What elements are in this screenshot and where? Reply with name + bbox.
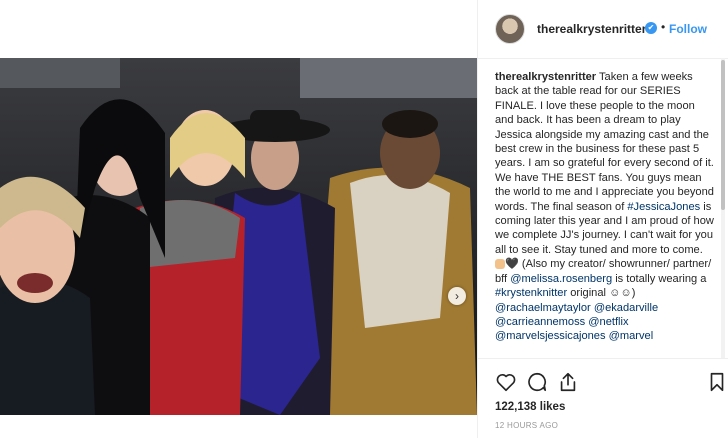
hashtag-krystenknitter[interactable]: #krystenknitter xyxy=(495,287,567,299)
mention-marvel[interactable]: @marvel xyxy=(609,330,654,342)
caption-text: Taken a few weeks back at the table read… xyxy=(495,71,714,213)
caption-text: is totally wearing a xyxy=(612,272,707,285)
likes-count[interactable]: 122,138 likes xyxy=(495,401,565,413)
carousel-next-button[interactable]: › xyxy=(448,287,466,305)
share-icon[interactable] xyxy=(557,371,579,393)
hashtag-jessicajones[interactable]: #JessicaJones xyxy=(627,201,700,213)
post-caption: therealkrystenritter Taken a few weeks b… xyxy=(495,70,714,344)
username-link[interactable]: therealkrystenritter xyxy=(537,22,646,36)
scrollbar-thumb[interactable] xyxy=(721,60,725,210)
chevron-right-icon: › xyxy=(455,289,459,303)
separator-dot: • xyxy=(661,20,666,34)
caption-text: original ☺☺) xyxy=(567,287,636,300)
like-heart-icon[interactable] xyxy=(495,371,517,393)
mention-carrie[interactable]: @carrieannemoss xyxy=(495,316,585,328)
verified-badge-icon: ✔ xyxy=(645,22,657,34)
mention-rachael[interactable]: @rachaelmaytaylor xyxy=(495,302,591,314)
mention-marvelsjessicajones[interactable]: @marvelsjessicajones xyxy=(495,330,606,342)
group-selfie-image xyxy=(0,58,477,415)
muscle-emoji-icon xyxy=(495,259,505,270)
caption-username-link[interactable]: therealkrystenritter xyxy=(495,71,596,83)
bookmark-save-icon[interactable] xyxy=(706,371,728,393)
black-heart-emoji-icon: 🖤 xyxy=(505,258,519,271)
post-photo[interactable]: › xyxy=(0,58,477,415)
post-timestamp[interactable]: 12 HOURS AGO xyxy=(495,421,558,430)
post-header: therealkrystenritter ✔ • Follow xyxy=(478,0,728,59)
mention-eka[interactable]: @ekadarville xyxy=(594,302,658,314)
mention-melissa[interactable]: @melissa.rosenberg xyxy=(510,273,612,285)
post-actions: 122,138 likes 12 HOURS AGO xyxy=(478,358,728,439)
caption-scrollbar[interactable] xyxy=(721,58,725,358)
mention-netflix[interactable]: @netflix xyxy=(588,316,628,328)
comment-bubble-icon[interactable] xyxy=(526,371,548,393)
caption-scroll-area[interactable]: therealkrystenritter Taken a few weeks b… xyxy=(478,58,720,358)
avatar[interactable] xyxy=(495,14,525,44)
follow-button[interactable]: Follow xyxy=(669,22,707,36)
